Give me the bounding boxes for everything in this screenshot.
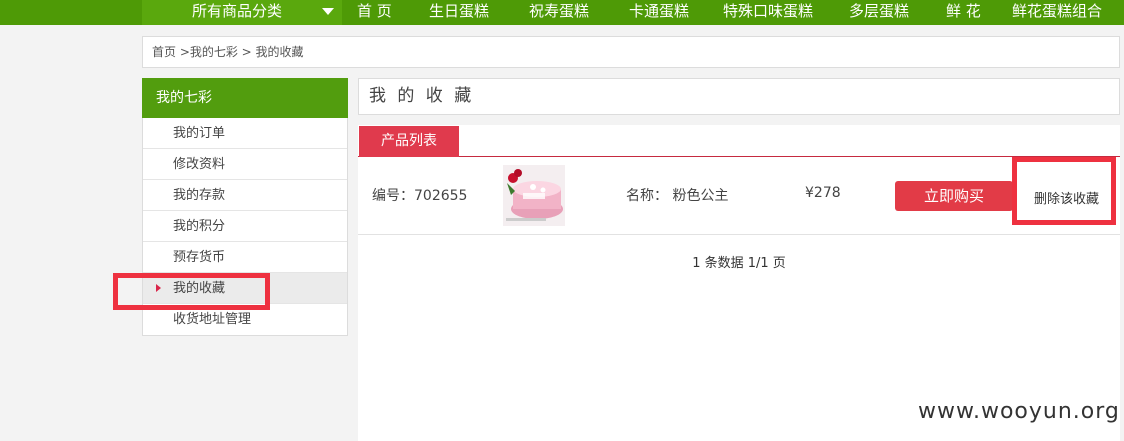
sidebar-item-points[interactable]: 我的积分 xyxy=(143,211,347,242)
nav-link-special-flavor-cake[interactable]: 特殊口味蛋糕 xyxy=(723,0,813,22)
category-menu-label: 所有商品分类 xyxy=(192,2,283,20)
nav-link-flowers[interactable]: 鲜 花 xyxy=(946,0,981,22)
top-nav: 所有商品分类 首 页 生日蛋糕 祝寿蛋糕 卡通蛋糕 特殊口味蛋糕 多层蛋糕 鲜 … xyxy=(0,0,1124,25)
product-thumbnail[interactable] xyxy=(503,165,565,226)
watermark: www.wooyun.org xyxy=(918,399,1120,424)
breadcrumb[interactable]: 首页 >我的七彩 > 我的收藏 xyxy=(142,36,1120,68)
sidebar-item-prepaid-currency[interactable]: 预存货币 xyxy=(143,242,347,273)
nav-link-flower-cake-combo[interactable]: 鲜花蛋糕组合 xyxy=(1012,0,1102,22)
nav-link-birthday-cake[interactable]: 生日蛋糕 xyxy=(429,0,489,22)
nav-link-longevity-cake[interactable]: 祝寿蛋糕 xyxy=(529,0,589,22)
category-menu[interactable]: 所有商品分类 xyxy=(142,0,342,25)
favorites-panel: 产品列表 编号：702655 名称： 粉色公主 ¥278 立即购买 删除该收藏 … xyxy=(358,125,1120,441)
highlight-box-delete xyxy=(1012,157,1116,225)
favorite-row: 编号：702655 名称： 粉色公主 ¥278 立即购买 删除该收藏 xyxy=(358,158,1120,235)
sidebar-title: 我的七彩 xyxy=(142,78,348,118)
chevron-down-icon xyxy=(322,8,334,15)
sidebar-item-edit-profile[interactable]: 修改资料 xyxy=(143,149,347,180)
product-name: 名称： 粉色公主 xyxy=(626,188,729,204)
pagination-info: 1 条数据 1/1 页 xyxy=(692,256,786,271)
buy-now-button[interactable]: 立即购买 xyxy=(895,181,1013,211)
tab-product-list[interactable]: 产品列表 xyxy=(359,126,459,157)
page-title: 我 的 收 藏 xyxy=(358,78,1120,115)
tab-divider xyxy=(358,156,1120,157)
highlight-box-favorites xyxy=(113,273,270,310)
cake-image xyxy=(503,165,565,226)
product-price: ¥278 xyxy=(805,185,841,201)
nav-link-multilayer-cake[interactable]: 多层蛋糕 xyxy=(849,0,909,22)
product-code: 编号：702655 xyxy=(372,188,468,204)
nav-link-cartoon-cake[interactable]: 卡通蛋糕 xyxy=(629,0,689,22)
sidebar-item-deposits[interactable]: 我的存款 xyxy=(143,180,347,211)
sidebar-item-orders[interactable]: 我的订单 xyxy=(143,118,347,149)
nav-link-home[interactable]: 首 页 xyxy=(357,0,392,22)
